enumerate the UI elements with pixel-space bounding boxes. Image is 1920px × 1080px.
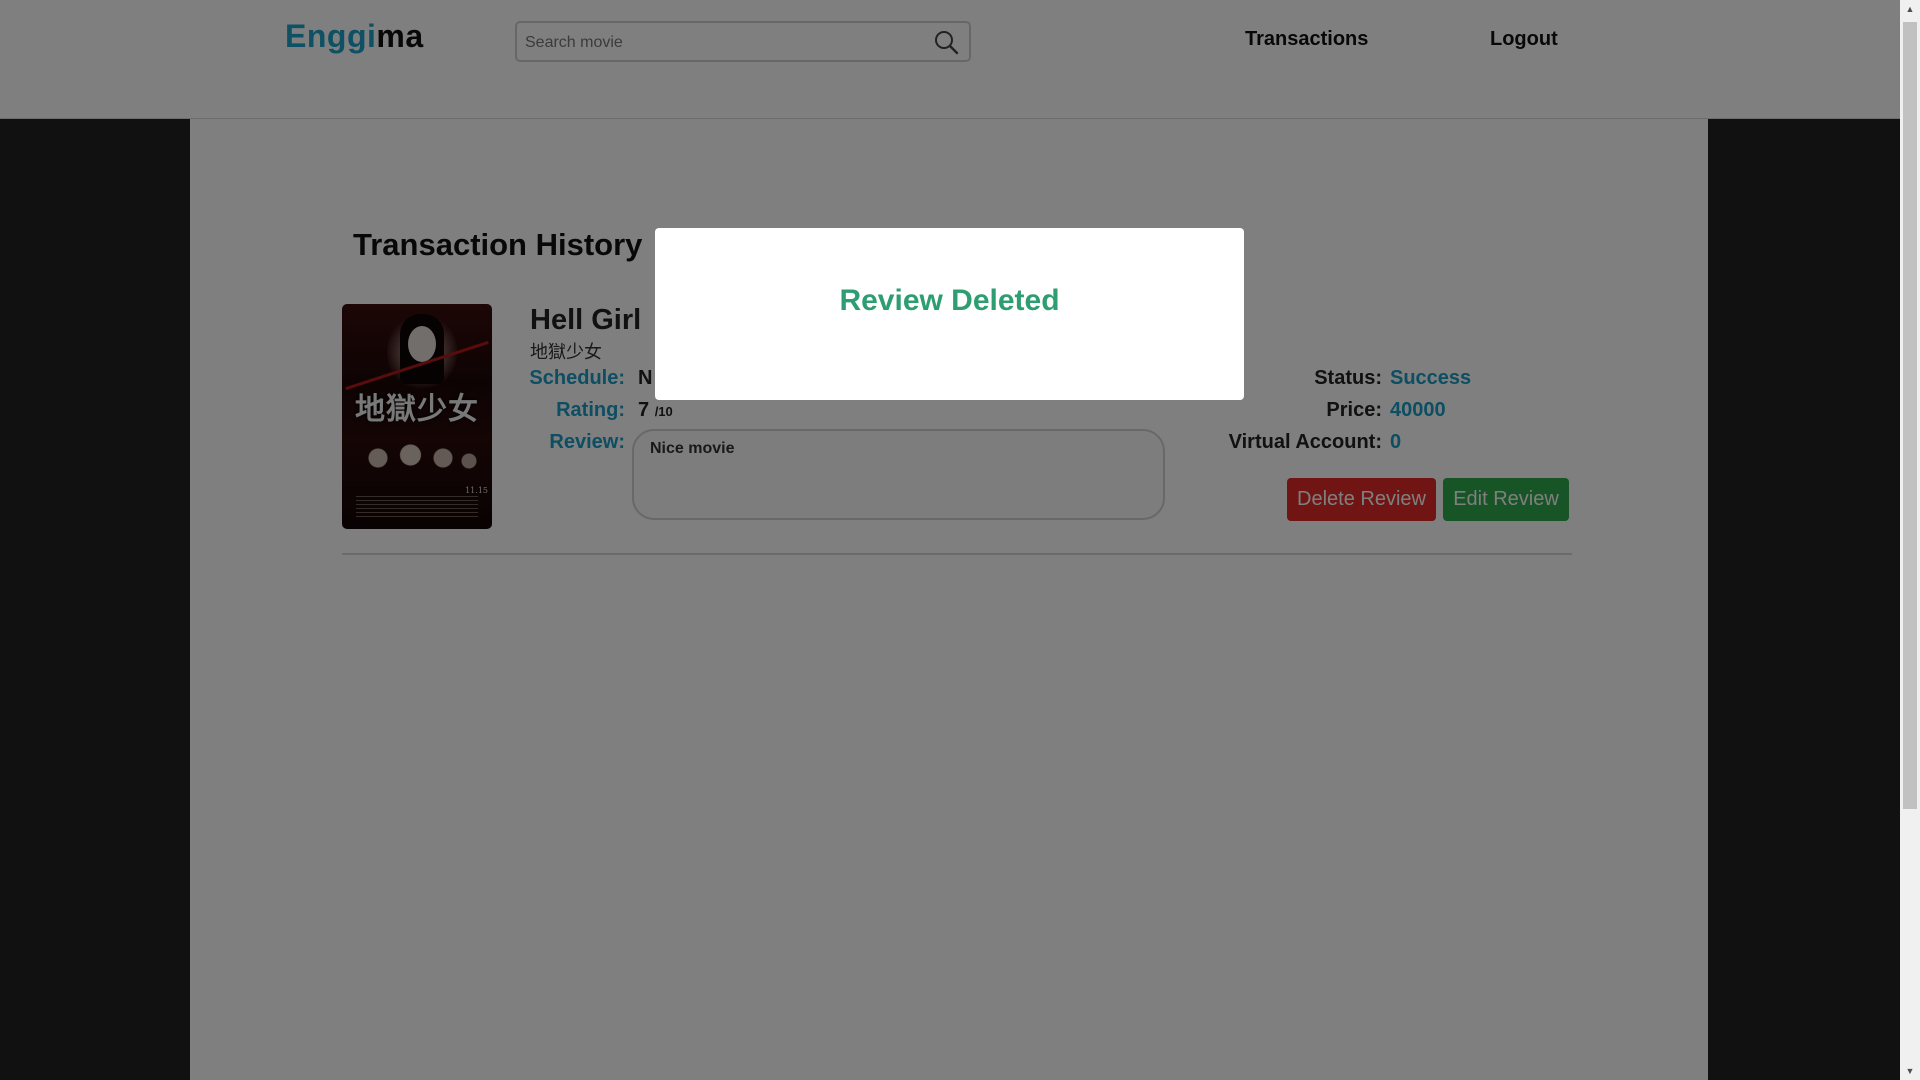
- review-deleted-dialog: Review Deleted: [655, 228, 1244, 400]
- page-scrollbar[interactable]: ▲ ▼: [1900, 0, 1920, 1080]
- modal-backdrop[interactable]: [0, 0, 1900, 1080]
- scroll-down-arrow-icon[interactable]: ▼: [1900, 1062, 1920, 1080]
- scroll-up-arrow-icon[interactable]: ▲: [1900, 0, 1920, 18]
- modal-title: Review Deleted: [839, 284, 1060, 317]
- scroll-thumb[interactable]: [1903, 22, 1917, 809]
